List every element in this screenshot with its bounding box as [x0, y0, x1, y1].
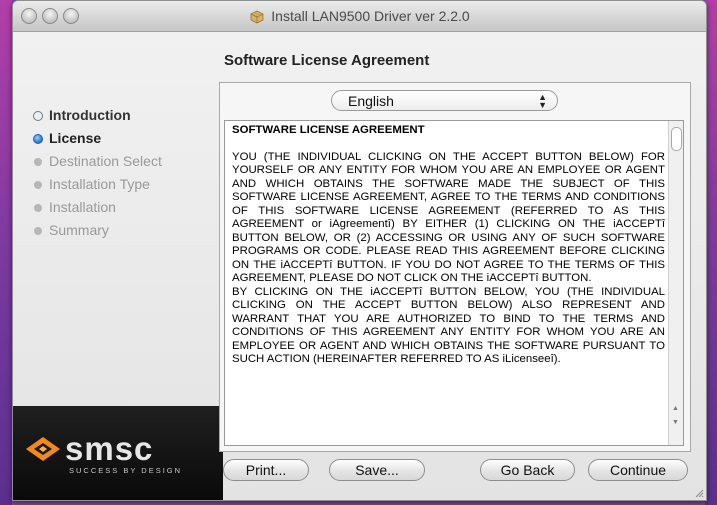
installer-steps: Introduction License Destination Select …	[33, 104, 162, 242]
save-button[interactable]: Save...	[329, 459, 425, 481]
step-label: License	[49, 130, 102, 146]
window-title: Install LAN9500 Driver ver 2.2.0	[271, 8, 470, 24]
brand-tagline: SUCCESS BY DESIGN	[69, 466, 183, 475]
step-label: Installation Type	[49, 176, 150, 192]
language-popup-value: English	[348, 93, 394, 109]
step-destination-select: Destination Select	[33, 150, 162, 173]
step-current-icon	[33, 133, 43, 144]
desktop-background-left	[0, 0, 12, 505]
continue-button[interactable]: Continue	[588, 459, 688, 481]
step-pending-icon	[34, 203, 42, 212]
license-scrollbar[interactable]: ▲ ▼	[668, 121, 683, 445]
license-text-area[interactable]: SOFTWARE LICENSE AGREEMENT YOU (THE INDI…	[224, 120, 684, 446]
installer-window: Install LAN9500 Driver ver 2.2.0 Introdu…	[12, 0, 707, 501]
step-license: License	[33, 127, 162, 150]
scroll-up-arrow-icon[interactable]: ▲	[672, 405, 679, 412]
title-bar[interactable]: Install LAN9500 Driver ver 2.2.0	[13, 1, 706, 32]
step-label: Summary	[49, 222, 109, 238]
installer-sidebar: Introduction License Destination Select …	[13, 32, 223, 500]
scrollbar-thumb[interactable]	[671, 127, 682, 151]
package-icon	[250, 10, 264, 24]
smsc-logo-icon	[26, 437, 60, 461]
language-popup[interactable]: English ▲ ▼	[331, 90, 558, 111]
step-pending-icon	[34, 180, 42, 189]
brand-name: smsc	[65, 430, 154, 467]
step-summary: Summary	[33, 219, 162, 242]
step-installation: Installation	[33, 196, 162, 219]
resize-grip-icon[interactable]	[694, 488, 704, 498]
license-body: SOFTWARE LICENSE AGREEMENT YOU (THE INDI…	[232, 124, 665, 367]
installer-content: Introduction License Destination Select …	[13, 32, 706, 500]
step-done-icon	[33, 110, 43, 121]
window-title-wrap: Install LAN9500 Driver ver 2.2.0	[13, 1, 706, 31]
license-paragraph: BY CLICKING ON THE iACCEPTî BUTTON BELOW…	[232, 285, 665, 366]
license-paragraph: YOU (THE INDIVIDUAL CLICKING ON THE ACCE…	[232, 150, 665, 285]
step-label: Installation	[49, 199, 116, 215]
popup-arrows-icon: ▲ ▼	[538, 92, 547, 110]
brand-panel: smsc SUCCESS BY DESIGN	[13, 406, 223, 500]
step-pending-icon	[34, 226, 42, 235]
license-heading: SOFTWARE LICENSE AGREEMENT	[232, 124, 425, 136]
step-label: Destination Select	[49, 153, 162, 169]
step-installation-type: Installation Type	[33, 173, 162, 196]
step-pending-icon	[34, 157, 42, 166]
step-label: Introduction	[49, 107, 131, 123]
license-panel: English ▲ ▼ SOFTWARE LICENSE AGREEMENT YO…	[219, 82, 691, 452]
print-button[interactable]: Print...	[223, 459, 309, 481]
page-title: Software License Agreement	[224, 52, 430, 69]
scroll-down-arrow-icon[interactable]: ▼	[672, 419, 679, 426]
step-introduction: Introduction	[33, 104, 162, 127]
go-back-button[interactable]: Go Back	[480, 459, 575, 481]
